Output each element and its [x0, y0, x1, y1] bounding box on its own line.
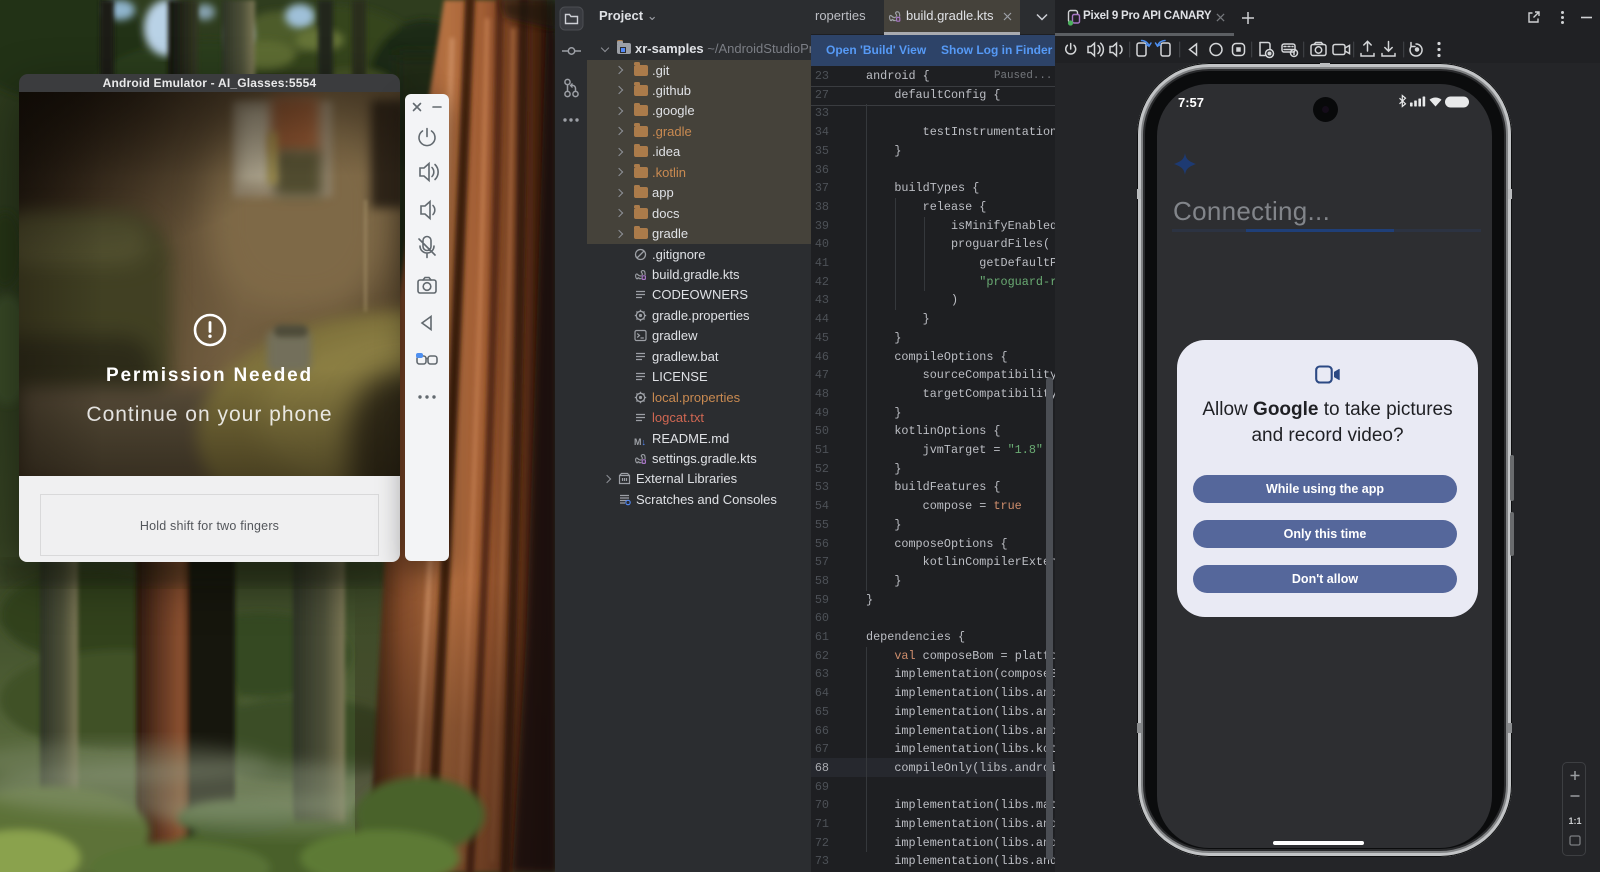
svg-text:1:1: 1:1	[1568, 816, 1581, 826]
